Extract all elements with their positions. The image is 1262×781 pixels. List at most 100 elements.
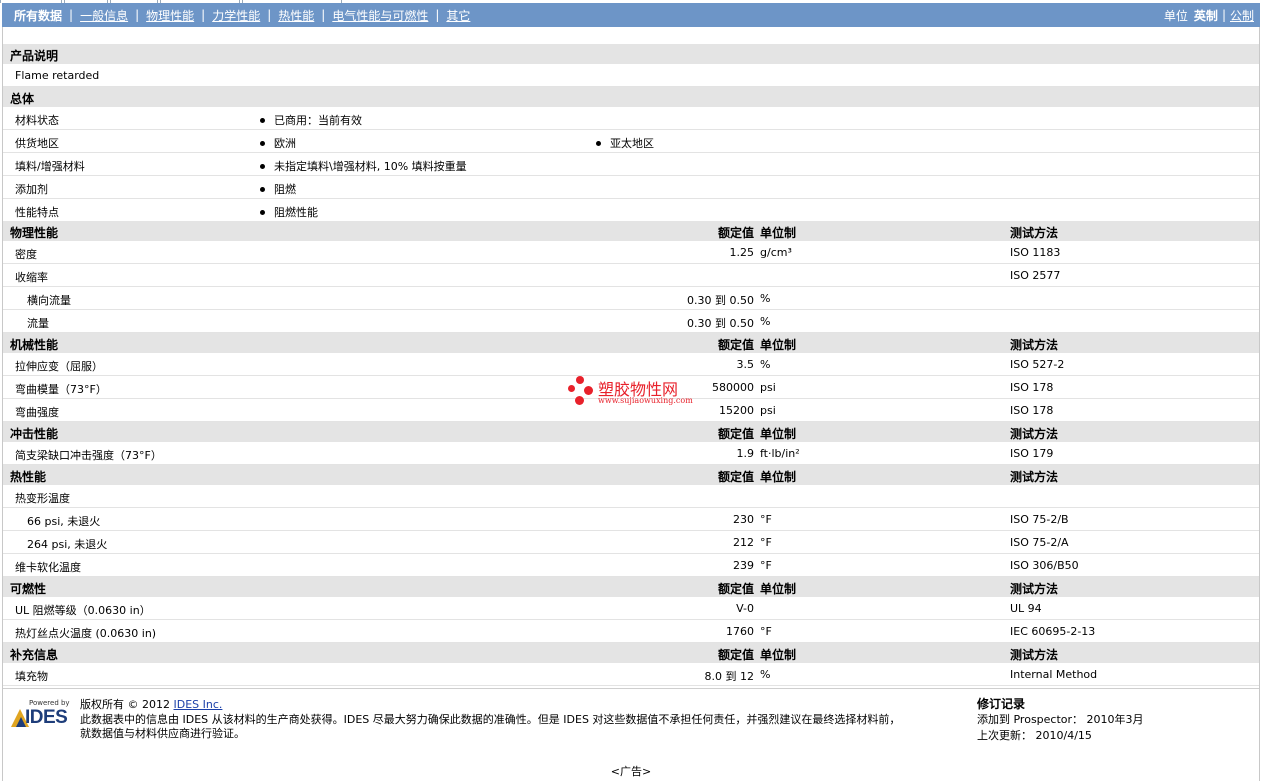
bullet-item: 亚太地区 (596, 135, 654, 151)
section-flammability: 可燃性 额定值 单位制 测试方法 (3, 577, 1259, 597)
tab-all-data[interactable]: 所有数据 (14, 7, 62, 24)
row-unit: % (760, 668, 771, 681)
row-test-method: ISO 2577 (1010, 269, 1061, 282)
tab-physical[interactable]: 物理性能 (146, 7, 194, 24)
table-row: 拉伸应变（屈服） 3.5 % ISO 527-2 (3, 353, 1259, 376)
row-label: 流量 (27, 317, 49, 330)
disclaimer-line-2: 就数据值与材料供应商进行验证。 (80, 727, 245, 740)
row-test-method: ISO 178 (1010, 404, 1054, 417)
logo-name: IDES (25, 707, 68, 728)
section-impact: 冲击性能 额定值 单位制 测试方法 (3, 422, 1259, 442)
table-row: 材料状态 已商用：当前有效 (3, 107, 1259, 130)
row-label: 弯曲强度 (15, 406, 59, 419)
tab-general-info[interactable]: 一般信息 (80, 7, 128, 24)
unit-metric-link[interactable]: 公制 (1230, 7, 1254, 24)
table-row: 简支梁缺口冲击强度（73°F） 1.9 ft·lb/in² ISO 179 (3, 442, 1259, 465)
logo-powered-by: Powered by (29, 699, 70, 707)
row-label: UL 阻燃等级（0.0630 in） (15, 604, 151, 617)
table-row: 填料/增强材料 未指定填料\增强材料, 10% 填料按重量 (3, 153, 1259, 176)
section-title: 冲击性能 (10, 427, 59, 441)
bullet-item: 阻燃 (260, 181, 296, 197)
revision-added: 添加到 Prospector： 2010年3月 (977, 713, 1144, 726)
tab-mechanical[interactable]: 力学性能 (212, 7, 260, 24)
bullet-icon (260, 117, 265, 123)
bullet-text: 阻燃 (274, 183, 296, 196)
tab-thermal[interactable]: 热性能 (278, 7, 314, 24)
col-header-unit: 单位制 (760, 338, 797, 352)
row-label: 添加剂 (15, 183, 48, 196)
revision-title: 修订记录 (977, 697, 1026, 711)
disclaimer-line-1: 此数据表中的信息由 IDES 从该材料的生产商处获得。IDES 尽最大努力确保此… (80, 712, 901, 726)
row-value: 1.9 (736, 447, 755, 460)
copyright-prefix: 版权所有 © 2012 (80, 698, 170, 711)
bullet-text: 阻燃性能 (274, 206, 318, 219)
tab-other[interactable]: 其它 (446, 7, 470, 24)
table-row: 横向流量 0.30 到 0.50 % (3, 287, 1259, 310)
row-label: 填料/增强材料 (15, 160, 85, 173)
row-label: 弯曲模量（73°F） (15, 383, 107, 396)
row-value: 580000 (712, 381, 754, 394)
bullet-text: 亚太地区 (610, 137, 654, 150)
col-header-value: 额定值 (717, 338, 754, 352)
footer: Powered by IDES 版权所有 © 2012 IDES Inc. 此数… (3, 688, 1259, 752)
row-test-method: IEC 60695-2-13 (1010, 625, 1096, 638)
watermark-dot-icon (575, 396, 584, 405)
row-test-method: ISO 306/B50 (1010, 559, 1079, 572)
table-row: 流量 0.30 到 0.50 % (3, 310, 1259, 333)
row-unit: psi (760, 381, 776, 394)
section-general: 总体 (3, 87, 1259, 107)
site-watermark: 塑胶物性网 www.sujiaowuxing.com (568, 374, 698, 410)
bullet-text: 未指定填料\增强材料, 10% 填料按重量 (274, 160, 467, 173)
bullet-icon (260, 209, 265, 215)
table-row: 热变形温度 (3, 485, 1259, 508)
table-row: 填充物 8.0 到 12 % Internal Method (3, 663, 1259, 686)
row-unit: % (760, 358, 771, 371)
table-row: 性能特点 阻燃性能 (3, 199, 1259, 222)
section-title: 物理性能 (10, 226, 59, 240)
watermark-dot-icon (584, 386, 593, 395)
row-test-method: ISO 527-2 (1010, 358, 1065, 371)
table-row: UL 阻燃等级（0.0630 in） V-0 UL 94 (3, 597, 1259, 620)
row-label: 收缩率 (15, 271, 48, 284)
bullet-item: 欧洲 (260, 135, 296, 151)
row-label: 拉伸应变（屈服） (15, 360, 103, 373)
bullet-text: 欧洲 (274, 137, 296, 150)
section-title: 机械性能 (10, 338, 59, 352)
row-test-method: ISO 178 (1010, 381, 1054, 394)
row-test-method: Internal Method (1010, 668, 1098, 681)
ides-logo[interactable]: Powered by IDES (7, 699, 73, 729)
units-label: 单位 (1163, 8, 1188, 23)
table-row: 264 psi, 未退火 212 °F ISO 75-2/A (3, 531, 1259, 554)
ides-link[interactable]: IDES Inc. (174, 698, 223, 711)
col-header-value: 额定值 (717, 582, 754, 596)
row-label: 材料状态 (15, 114, 59, 127)
section-thermal: 热性能 额定值 单位制 测试方法 (3, 465, 1259, 485)
row-unit: °F (760, 559, 772, 572)
col-header-unit: 单位制 (760, 427, 797, 441)
row-label: 66 psi, 未退火 (27, 515, 101, 528)
table-row: 密度 1.25 g/cm³ ISO 1183 (3, 241, 1259, 264)
row-value: 0.30 到 0.50 (687, 294, 754, 307)
revision-history: 修订记录 添加到 Prospector： 2010年3月 上次更新： 2010/… (977, 696, 1144, 744)
row-value: V-0 (736, 602, 754, 615)
row-label: 填充物 (15, 670, 48, 683)
col-header-unit: 单位制 (760, 648, 797, 662)
bullet-icon (260, 140, 265, 146)
col-header-test: 测试方法 (1010, 470, 1059, 484)
watermark-dot-icon (576, 376, 584, 384)
section-title: 可燃性 (10, 582, 47, 596)
row-value: 3.5 (736, 358, 755, 371)
col-header-test: 测试方法 (1010, 582, 1059, 596)
row-value: 1760 (726, 625, 754, 638)
bullet-item: 阻燃性能 (260, 204, 318, 220)
row-value: 212 (733, 536, 754, 549)
row-label: 264 psi, 未退火 (27, 538, 108, 551)
tab-electrical-flammability[interactable]: 电气性能与可燃性 (332, 7, 428, 24)
section-title: 总体 (10, 92, 35, 106)
row-label: 密度 (15, 248, 37, 261)
col-header-test: 测试方法 (1010, 648, 1059, 662)
ad-placeholder: <广告> (610, 765, 652, 778)
table-row: 供货地区 欧洲 亚太地区 (3, 130, 1259, 153)
bullet-text: 已商用：当前有效 (274, 114, 362, 127)
bullet-item: 已商用：当前有效 (260, 112, 362, 128)
